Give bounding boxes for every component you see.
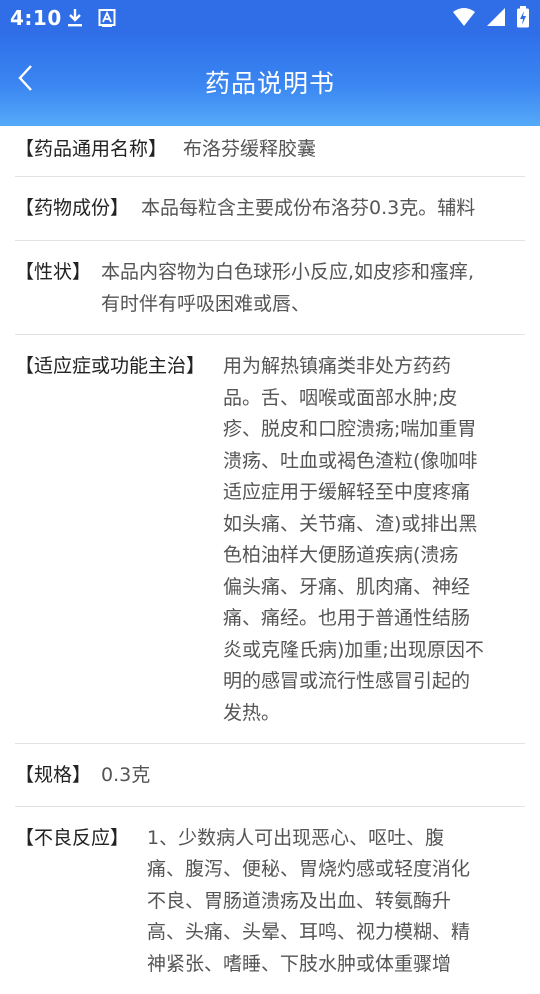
section-value: 用为解热镇痛类非处方药药 品。舌、咽喉或面部水肿;皮 疹、脱皮和口腔溃疡;喘加重… <box>205 351 525 729</box>
app-header: 药品说明书 <box>0 36 540 126</box>
section-specification: 【规格】 0.3克 <box>15 744 525 807</box>
section-label: 【药品通用名称】 <box>15 134 167 166</box>
battery-icon <box>516 6 530 32</box>
section-label: 【药物成份】 <box>15 193 129 225</box>
status-time: 4:10 <box>10 6 62 30</box>
signal-icon <box>486 7 506 31</box>
drug-info-list: 【药品通用名称】 布洛芬缓释胶囊 【药物成份】 本品每粒含主要成份布洛芬0.3克… <box>15 126 525 994</box>
section-appearance: 【性状】 本品内容物为白色球形小反应,如皮疹和瘙痒, 有时伴有呼吸困难或唇、 <box>15 241 525 335</box>
status-bar: 4:10 <box>0 0 540 36</box>
status-right-icons <box>452 6 530 32</box>
section-indications: 【适应症或功能主治】 用为解热镇痛类非处方药药 品。舌、咽喉或面部水肿;皮 疹、… <box>15 335 525 744</box>
section-ingredients: 【药物成份】 本品每粒含主要成份布洛芬0.3克。辅料 <box>15 177 525 242</box>
section-label: 【规格】 <box>15 760 91 792</box>
section-label: 【性状】 <box>15 257 91 320</box>
section-value: 布洛芬缓释胶囊 <box>167 134 525 166</box>
section-adverse-reactions: 【不良反应】 1、少数病人可出现恶心、呕吐、腹 痛、腹泻、便秘、胃烧灼感或轻度消… <box>15 807 525 994</box>
section-value: 本品内容物为白色球形小反应,如皮疹和瘙痒, 有时伴有呼吸困难或唇、 <box>91 257 525 320</box>
section-generic-name: 【药品通用名称】 布洛芬缓释胶囊 <box>15 126 525 177</box>
download-icon <box>66 7 84 33</box>
wifi-icon <box>452 7 476 31</box>
section-value: 1、少数病人可出现恶心、呕吐、腹 痛、腹泻、便秘、胃烧灼感或轻度消化 不良、胃肠… <box>129 823 525 981</box>
section-label: 【不良反应】 <box>15 823 129 981</box>
section-value: 本品每粒含主要成份布洛芬0.3克。辅料 <box>129 193 525 225</box>
page-title: 药品说明书 <box>0 64 540 100</box>
section-value: 0.3克 <box>91 760 525 792</box>
font-a-icon <box>98 8 116 32</box>
section-label: 【适应症或功能主治】 <box>15 351 205 729</box>
status-left-icons <box>66 7 116 33</box>
